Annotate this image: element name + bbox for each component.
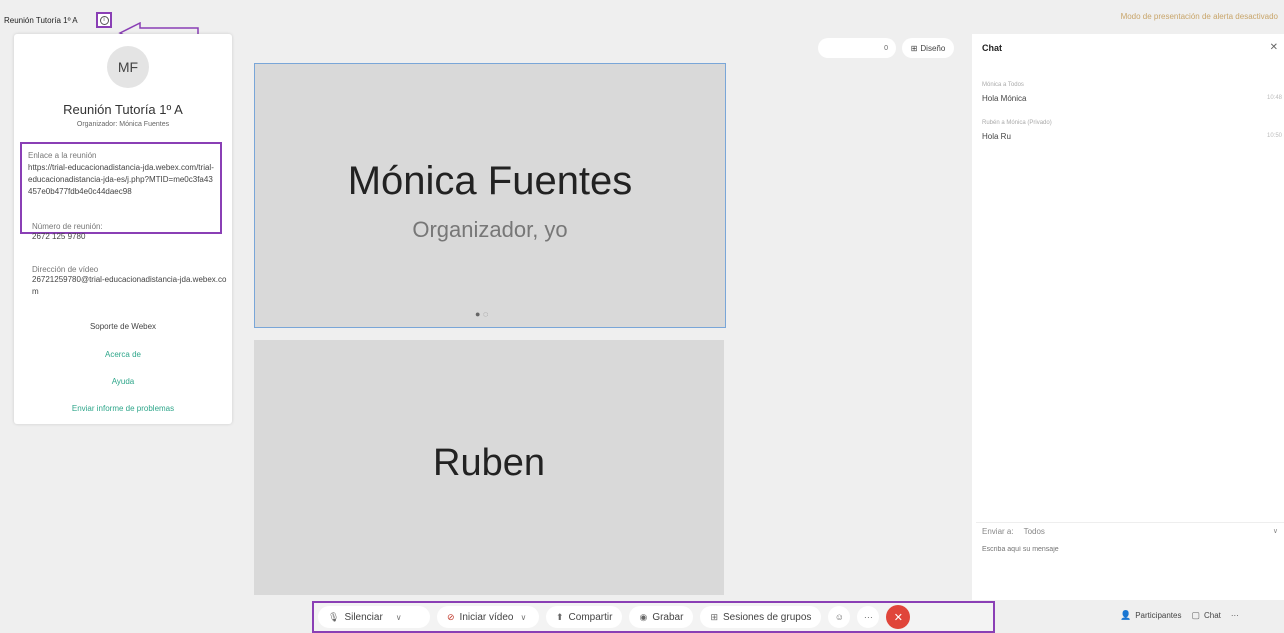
record-icon: ◉ [639,611,648,622]
meeting-number: 2672 125 9780 [32,232,86,241]
mute-label: Silenciar [344,611,383,623]
chat-panel: Chat ✕ Mónica a Todos Hola Mónica 10:48 … [972,34,1284,600]
breakout-label: Sesiones de grupos [722,611,812,623]
participants-label: Participantes [1135,611,1182,620]
more-panels-button[interactable]: ··· [1231,611,1239,620]
smiley-icon: ☺ [834,612,844,622]
send-to-label: Enviar a: [982,527,1014,536]
video-tile-participant[interactable]: Ruben [254,340,724,595]
grid-icon: ⊞ [910,43,918,53]
chevron-down-icon: ∨ [1272,528,1278,535]
top-bar: Reunión Tutoría 1º A i Modo de presentac… [0,0,1284,44]
connection-status-icon: ◌ [482,309,489,319]
report-problem-link[interactable]: Enviar informe de problemas [14,404,232,413]
share-label: Compartir [568,611,613,623]
reactions-button[interactable]: ☺ [828,606,851,628]
chevron-down-icon[interactable]: ∨ [520,613,526,622]
share-icon: ⬆ [556,611,564,622]
about-link[interactable]: Acerca de [14,350,232,359]
meeting-link-label: Enlace a la reunión [28,151,97,160]
layout-button[interactable]: ⊞ Diseño [902,38,954,58]
breakout-sessions-button[interactable]: ⊞ Sesiones de grupos [700,606,822,628]
message-sender: Mónica a Todos [982,82,1024,88]
meeting-toolbar: 🎙 Silenciar ∨ ⊘ Iniciar vídeo ∨ ⬆ Compar… [312,601,995,633]
meeting-link[interactable]: https://trial-educacionadistancia-jda.we… [28,162,216,198]
meeting-info-button[interactable]: i [96,12,112,28]
tile-participant-role: Organizador, yo [412,217,568,242]
message-text: Hola Mónica [982,94,1027,103]
share-button[interactable]: ⬆ Compartir [546,606,623,628]
support-title: Soporte de Webex [89,322,157,331]
info-title: Reunión Tutoría 1º A [63,102,183,117]
message-time: 10:50 [1266,133,1282,139]
side-panel-tools: 👤 Participantes ▢ Chat ··· [1120,610,1239,621]
video-address: 26721259780@trial-educacionadistancia-jd… [32,275,227,296]
layout-label: Diseño [920,43,946,53]
end-call-button[interactable]: ✕ [886,605,911,629]
chat-button[interactable]: ▢ Chat [1191,610,1220,621]
message-sender: Rubén a Mónica (Privado) [982,120,1052,126]
video-tile-organizer[interactable]: Mónica Fuentes Organizador, yo ● ◌ [254,63,726,328]
zoom-control[interactable]: 0 [818,38,896,58]
meeting-link-box: Enlace a la reunión https://trial-educac… [20,142,222,234]
privacy-notice: Modo de presentación de alerta desactiva… [1120,12,1278,21]
chat-title: Chat [982,43,1002,53]
video-address-label: Dirección de vídeo [32,265,99,274]
tile-status-icons: ● ◌ [475,309,488,319]
chat-label: Chat [1203,611,1221,620]
video-address-block: Dirección de vídeo 26721259780@trial-edu… [32,265,228,298]
chat-message-input[interactable] [982,546,1272,553]
tile-participant-name: Ruben [433,442,545,484]
send-to-value: Todos [1023,527,1045,536]
message-time: 10:48 [1266,95,1282,101]
meeting-title: Reunión Tutoría 1º A [4,16,78,25]
zoom-value: 0 [884,44,888,52]
more-options-button[interactable]: ··· [857,606,880,628]
meeting-number-block: Número de reunión: 2672 125 9780 [32,222,232,243]
record-label: Grabar [652,611,684,623]
tile-participant-name: Mónica Fuentes [347,159,633,203]
help-link[interactable]: Ayuda [14,377,232,386]
chevron-down-icon[interactable]: ∨ [396,613,402,622]
meeting-number-label: Número de reunión: [32,222,103,231]
close-icon[interactable]: ✕ [1270,42,1278,53]
info-organizer: Organizador: Mónica Fuentes [76,121,170,128]
meeting-info-panel: MF Reunión Tutoría 1º A Organizador: Món… [14,34,232,424]
start-video-label: Iniciar vídeo [459,611,514,623]
mute-button[interactable]: 🎙 Silenciar ∨ [318,606,430,628]
microphone-icon: 🎙 [328,611,340,622]
record-button[interactable]: ◉ Grabar [629,606,694,628]
participants-button[interactable]: 👤 Participantes [1120,610,1181,621]
mic-status-icon: ● [475,309,481,319]
avatar: MF [107,46,149,88]
video-off-icon: ⊘ [447,611,455,622]
send-to-selector[interactable]: Enviar a: Todos ∨ [976,522,1284,540]
start-video-button[interactable]: ⊘ Iniciar vídeo ∨ [437,606,539,628]
message-text: Hola Ru [982,132,1011,141]
info-icon: i [99,15,109,25]
chat-icon: ▢ [1191,610,1200,620]
breakout-icon: ⊞ [710,611,718,622]
participants-icon: 👤 [1120,610,1132,620]
